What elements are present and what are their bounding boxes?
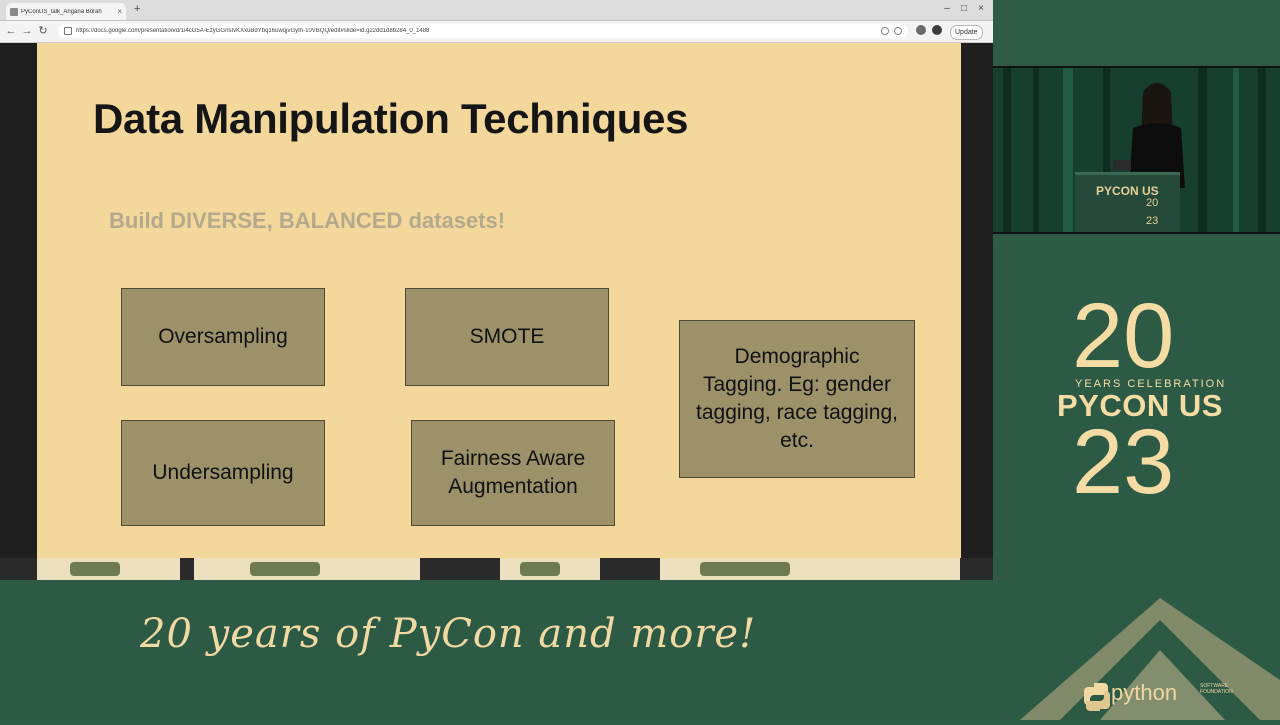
reload-button[interactable]: ↻	[36, 24, 50, 38]
maximize-button[interactable]: □	[957, 2, 971, 16]
technique-label: Oversampling	[158, 325, 288, 348]
address-bar[interactable]: https://docs.google.com/presentation/d/1…	[58, 24, 908, 38]
technique-box-demographic-tagging: Demographic Tagging. Eg: gender tagging,…	[679, 320, 915, 478]
logo-year-bottom: 23	[1072, 411, 1175, 513]
slide-title: Data Manipulation Techniques	[93, 95, 689, 142]
update-button[interactable]: Update	[950, 25, 983, 40]
banner-tagline: 20 years of PyCon and more!	[140, 611, 757, 657]
share-icon[interactable]	[881, 27, 889, 35]
stage-scene-illustration	[993, 68, 1280, 232]
profile-avatar[interactable]	[932, 25, 942, 35]
podium-brand: PYCON US	[1096, 184, 1159, 198]
technique-label: Demographic Tagging. Eg: gender tagging,…	[696, 345, 898, 452]
psf-label: SOFTWARE FOUNDATION	[1200, 683, 1233, 695]
podium-year-bottom: 23	[1146, 215, 1159, 227]
slide-viewer: Data Manipulation Techniques Build DIVER…	[0, 43, 993, 580]
slides-favicon-icon	[10, 7, 18, 16]
logo-year-top: 20	[1072, 285, 1175, 387]
browser-toolbar: ← → ↻ https://docs.google.com/presentati…	[0, 21, 993, 43]
window-close-button[interactable]: ×	[974, 2, 988, 16]
forward-button[interactable]: →	[20, 24, 34, 38]
technique-box-fairness-aware-augmentation: Fairness Aware Augmentation	[411, 420, 615, 526]
slide-subtitle: Build DIVERSE, BALANCED datasets!	[109, 208, 506, 233]
technique-label: SMOTE	[469, 325, 545, 348]
slide-canvas: Data Manipulation Techniques Build DIVER…	[37, 43, 961, 558]
technique-box-oversampling: Oversampling	[121, 288, 325, 386]
extension-icon[interactable]	[916, 25, 926, 35]
technique-label: Undersampling	[152, 461, 294, 484]
technique-label: Fairness Aware Augmentation	[440, 447, 586, 498]
technique-box-smote: SMOTE	[405, 288, 609, 386]
speaker-camera-feed: PYCON US 20 23	[993, 66, 1280, 234]
technique-box-undersampling: Undersampling	[121, 420, 325, 526]
bookmark-star-icon[interactable]	[894, 27, 902, 35]
minimize-button[interactable]: –	[940, 2, 954, 16]
browser-window: PyConUS_talk_Angana Borah × + – □ × ← → …	[0, 0, 993, 580]
new-tab-button[interactable]: +	[134, 2, 140, 16]
tab-title: PyConUS_talk_Angana Borah	[21, 8, 102, 15]
stage-backdrop-strip	[0, 558, 993, 580]
url-text: https://docs.google.com/presentation/d/1…	[76, 28, 430, 34]
podium-year-top: 20	[1146, 197, 1159, 209]
tab-presentation[interactable]: PyConUS_talk_Angana Borah ×	[6, 3, 126, 20]
lock-icon	[64, 27, 72, 35]
back-button[interactable]: ←	[4, 24, 18, 38]
python-wordmark: python	[1111, 680, 1178, 705]
tab-close-icon[interactable]: ×	[117, 7, 122, 16]
tab-bar: PyConUS_talk_Angana Borah × + – □ ×	[0, 0, 993, 21]
